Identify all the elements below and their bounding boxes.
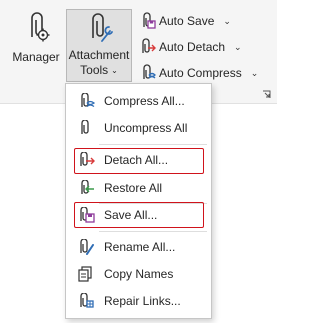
menu-separator: [99, 144, 207, 145]
menu-item-compress-all[interactable]: Compress All...: [66, 88, 211, 114]
auto-detach-button[interactable]: Auto Detach ⌄: [140, 36, 242, 58]
compress-icon: [81, 93, 95, 108]
paperclip-detach-icon: [142, 38, 156, 53]
highlight-save-all: [74, 202, 204, 228]
chevron-down-icon[interactable]: ⌄: [234, 42, 242, 53]
menu-item-label: Repair Links...: [104, 294, 181, 308]
dialog-launcher-icon[interactable]: [262, 90, 271, 99]
attachment-tools-button[interactable]: Attachment Tools ⌄: [66, 9, 132, 82]
uncompress-icon: [81, 120, 89, 134]
menu-item-repair-links[interactable]: Repair Links...: [66, 288, 211, 314]
chevron-down-icon[interactable]: ⌄: [223, 16, 231, 27]
rename-icon: [80, 239, 94, 255]
manager-label: Manager: [12, 50, 60, 64]
menu-item-label: Rename All...: [104, 240, 176, 254]
menu-item-uncompress-all[interactable]: Uncompress All: [66, 115, 211, 141]
restore-icon: [81, 180, 94, 194]
menu-item-label: Compress All...: [104, 94, 185, 108]
menu-separator: [99, 231, 207, 232]
highlight-detach-all: [74, 148, 204, 174]
paperclip-gear-icon: [31, 12, 50, 42]
attachment-tools-label-line1: Attachment: [68, 48, 130, 62]
chevron-down-icon[interactable]: ⌄: [251, 68, 259, 79]
menu-item-label: Restore All: [104, 181, 163, 195]
paperclip-wrench-icon: [92, 13, 113, 42]
auto-compress-label: Auto Compress: [159, 66, 242, 80]
menu-item-label: Copy Names: [104, 267, 174, 281]
menu-item-restore-all[interactable]: Restore All: [66, 175, 211, 201]
menu-item-copy-names[interactable]: Copy Names: [66, 261, 211, 287]
attachment-tools-menu: Compress All... Uncompress All Detach Al…: [65, 83, 212, 319]
auto-compress-button[interactable]: Auto Compress ⌄: [140, 62, 258, 84]
attachment-tools-label-line2: Tools: [80, 63, 109, 77]
menu-item-rename-all[interactable]: Rename All...: [66, 234, 211, 260]
menu-item-label: Uncompress All: [104, 121, 188, 135]
manager-button[interactable]: Manager: [9, 8, 63, 82]
chevron-down-icon: ⌄: [111, 66, 118, 75]
auto-save-label: Auto Save: [159, 14, 215, 28]
auto-save-button[interactable]: Auto Save ⌄: [140, 10, 231, 32]
auto-detach-label: Auto Detach: [159, 40, 226, 54]
repair-links-icon: [80, 293, 94, 308]
paperclip-compress-icon: [143, 64, 156, 79]
paperclip-save-icon: [143, 12, 156, 29]
copy-names-icon: [78, 266, 92, 282]
